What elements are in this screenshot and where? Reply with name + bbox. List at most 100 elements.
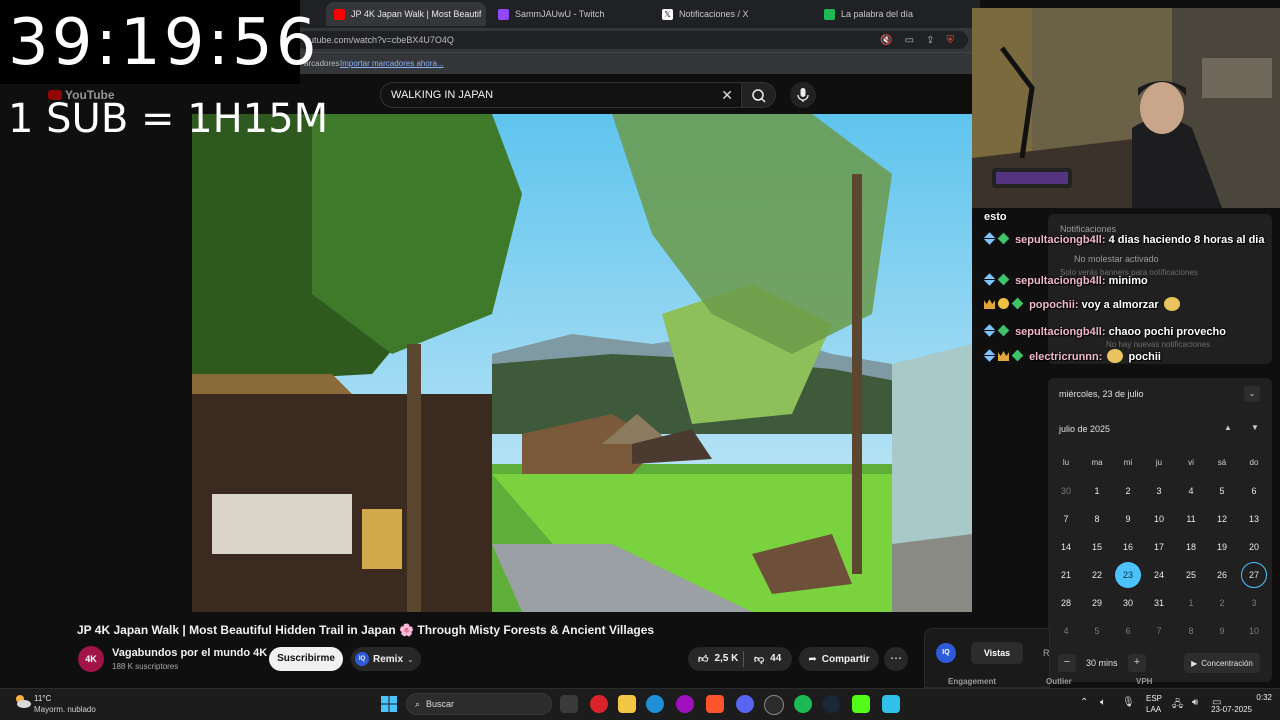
tab-palabra[interactable]: La palabra del día [816, 2, 976, 26]
calendar-day[interactable]: 7 [1146, 618, 1172, 644]
calendar-day[interactable]: 3 [1146, 478, 1172, 504]
calendar-day[interactable]: 12 [1209, 506, 1235, 532]
speaker-icon[interactable]: 🔈︎ [1100, 697, 1106, 708]
calendar-day[interactable]: 1 [1178, 590, 1204, 616]
calendar-day[interactable]: 5 [1209, 478, 1235, 504]
calendar-day[interactable]: 14 [1053, 534, 1079, 560]
channel-name[interactable]: Vagabundos por el mundo 4K [112, 647, 267, 659]
share-page-icon[interactable]: ⇪ [926, 35, 934, 46]
calendar-day[interactable]: 31 [1146, 590, 1172, 616]
channel-avatar[interactable]: 4K [78, 646, 104, 672]
notepad-icon[interactable] [882, 695, 900, 713]
engagement-label[interactable]: Engagement [948, 677, 996, 686]
calendar-day[interactable]: 30 [1115, 590, 1141, 616]
app-purple-icon[interactable] [676, 695, 694, 713]
tab-next[interactable]: R [1043, 648, 1050, 658]
next-month-button[interactable]: ▼ [1251, 423, 1259, 432]
tab-twitch[interactable]: SammJAUwU - Twitch [490, 2, 650, 26]
calendar-day[interactable]: 1 [1084, 478, 1110, 504]
file-explorer-icon[interactable] [618, 695, 636, 713]
calendar-day[interactable]: 16 [1115, 534, 1141, 560]
dislike-button[interactable]: 👎︎ 44 [754, 653, 781, 665]
search-button[interactable] [742, 82, 776, 108]
discord-icon[interactable] [736, 695, 754, 713]
calendar-day[interactable]: 21 [1053, 562, 1079, 588]
weather-description[interactable]: Mayorm. nublado [34, 705, 96, 714]
task-view-icon[interactable] [560, 695, 578, 713]
calendar-day[interactable]: 24 [1146, 562, 1172, 588]
address-bar[interactable]: outube.com/watch?v=cbeBX4U7O4Q 🔇 ▭ ⇪ ⛨ [296, 31, 968, 49]
video-player[interactable] [192, 114, 972, 612]
focus-increase-button[interactable]: + [1128, 654, 1146, 672]
calendar-day[interactable]: 17 [1146, 534, 1172, 560]
taskbar-search[interactable]: ⌕ Buscar [406, 693, 552, 715]
cast-icon[interactable]: ▭ [905, 35, 914, 46]
more-actions-button[interactable]: ⋯ [884, 647, 908, 671]
calendar-day[interactable]: 25 [1178, 562, 1204, 588]
calendar-day[interactable]: 13 [1241, 506, 1267, 532]
tab-x[interactable]: 𝕏 Notificaciones / X [654, 2, 814, 26]
like-button[interactable]: 👍︎ 2,5 K [698, 653, 738, 665]
subscribe-button[interactable]: Suscribirme [269, 647, 343, 671]
calendar-day[interactable]: 2 [1115, 478, 1141, 504]
clock-time[interactable]: 0:32 [1232, 693, 1272, 702]
tab-youtube[interactable]: JP 4K Japan Walk | Most Beautif ✕ [326, 2, 486, 26]
mute-icon[interactable]: 🔇 [880, 35, 892, 46]
calendar-day[interactable]: 4 [1178, 478, 1204, 504]
share-button[interactable]: ➦ Compartir [799, 647, 879, 671]
calendar-day[interactable]: 3 [1241, 590, 1267, 616]
calendar-day[interactable]: 6 [1115, 618, 1141, 644]
calendar-day[interactable]: 20 [1241, 534, 1267, 560]
calendar-day[interactable]: 9 [1209, 618, 1235, 644]
calendar-day[interactable]: 10 [1241, 618, 1267, 644]
remix-button[interactable]: IQ Remix ⌄ [351, 647, 421, 671]
vph-label[interactable]: VPH [1136, 677, 1152, 686]
calendar-day[interactable]: 11 [1178, 506, 1204, 532]
input-language[interactable]: ESP [1146, 694, 1162, 703]
app-settings-icon[interactable] [764, 695, 784, 715]
focus-decrease-button[interactable]: − [1058, 654, 1076, 672]
windows-start-icon[interactable] [380, 695, 398, 713]
import-bookmarks-link[interactable]: Importar marcadores ahora... [340, 59, 444, 68]
calendar-day[interactable]: 2 [1209, 590, 1235, 616]
collapse-calendar-button[interactable]: ⌄ [1244, 386, 1260, 402]
brave-browser-icon[interactable] [706, 695, 724, 713]
calendar-day[interactable]: 4 [1053, 618, 1079, 644]
calendar-day[interactable]: 5 [1084, 618, 1110, 644]
volume-icon[interactable]: 🔊︎ [1192, 697, 1198, 708]
calendar-day[interactable]: 10 [1146, 506, 1172, 532]
search-input[interactable]: WALKING IN JAPAN ✕ [380, 82, 742, 108]
previous-month-button[interactable]: ▲ [1224, 423, 1232, 432]
app-red-icon[interactable] [590, 695, 608, 713]
calendar-day[interactable]: 26 [1209, 562, 1235, 588]
calendar-day[interactable]: 8 [1178, 618, 1204, 644]
weather-cloud-icon[interactable] [12, 692, 32, 710]
voice-search-button[interactable] [790, 82, 816, 108]
calendar-day[interactable]: 7 [1053, 506, 1079, 532]
clear-search-icon[interactable]: ✕ [721, 87, 733, 104]
microphone-tray-icon[interactable]: 🎙︎ [1122, 697, 1135, 708]
steam-icon[interactable] [822, 695, 840, 713]
clock-date[interactable]: 23-07-2025 [1206, 705, 1252, 714]
calendar-month[interactable]: julio de 2025 [1059, 424, 1110, 434]
focus-session-button[interactable]: ▶ Concentración [1184, 653, 1260, 673]
calendar-day[interactable]: 6 [1241, 478, 1267, 504]
network-icon[interactable]: 🖧︎ [1172, 697, 1183, 714]
calendar-day[interactable]: 15 [1084, 534, 1110, 560]
keyboard-layout[interactable]: LAA [1146, 705, 1161, 714]
calendar-day[interactable]: 8 [1084, 506, 1110, 532]
weather-temperature[interactable]: 11°C [34, 694, 51, 703]
calendar-day[interactable]: 30 [1053, 478, 1079, 504]
calendar-day[interactable]: 19 [1209, 534, 1235, 560]
calendar-day[interactable]: 29 [1084, 590, 1110, 616]
outlier-label[interactable]: Outlier [1046, 677, 1072, 686]
tab-vistas[interactable]: Vistas [971, 642, 1023, 664]
calendar-day[interactable]: 27 [1241, 562, 1267, 588]
calendar-day[interactable]: 18 [1178, 534, 1204, 560]
extension-logo-icon[interactable]: IQ [936, 643, 956, 663]
calendar-day[interactable]: 22 [1084, 562, 1110, 588]
kick-icon[interactable] [852, 695, 870, 713]
calendar-day[interactable]: 9 [1115, 506, 1141, 532]
spotify-icon[interactable] [794, 695, 812, 713]
edge-icon[interactable] [646, 695, 664, 713]
